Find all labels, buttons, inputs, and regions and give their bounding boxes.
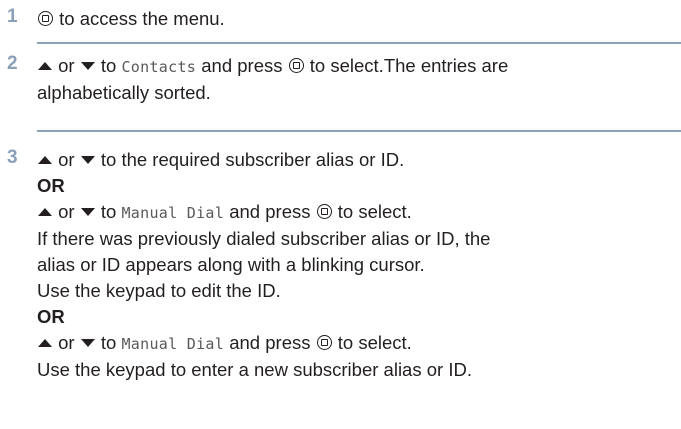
step-2-line-1: or to Contacts and press to select.The e… [37, 53, 677, 80]
to-text: to [100, 55, 117, 76]
or-text: or [58, 201, 75, 222]
menu-ok-button-icon [316, 335, 332, 350]
down-arrow-icon [80, 62, 95, 70]
step-3-line-6: Use the keypad to edit the ID. [37, 280, 281, 301]
menu-target-manual-dial: Manual Dial [121, 204, 225, 222]
menu-ok-button-icon [38, 11, 53, 26]
divider [37, 42, 681, 44]
or-text: or [58, 55, 75, 76]
or-separator: OR [37, 306, 65, 327]
step-number: 2 [7, 53, 18, 74]
step-1-line: to access the menu. [37, 6, 677, 32]
up-arrow-icon [38, 208, 52, 216]
divider [37, 130, 681, 132]
instruction-text: to the required subscriber alias or ID. [100, 149, 405, 170]
up-arrow-icon [38, 62, 52, 70]
menu-ok-button-icon [316, 204, 332, 219]
step-3-line-9: Use the keypad to enter a new subscriber… [37, 359, 472, 380]
press-text: and press [229, 332, 311, 353]
step-3-line-1: or to the required subscriber alias or I… [37, 147, 677, 173]
select-text: to select.The entries are [309, 55, 509, 76]
step-2-line-2: alphabetically sorted. [37, 82, 211, 103]
step-number: 1 [7, 6, 18, 27]
step-number: 3 [7, 147, 18, 168]
step-3-line-8: or to Manual Dial and press to select. [37, 330, 677, 357]
menu-target-contacts: Contacts [121, 58, 197, 76]
or-text: or [58, 332, 75, 353]
menu-target-manual-dial: Manual Dial [121, 335, 225, 353]
or-separator: OR [37, 175, 65, 196]
press-text: and press [201, 55, 283, 76]
menu-ok-button-icon [288, 58, 304, 73]
step-3-line-4: If there was previously dialed subscribe… [37, 228, 491, 249]
down-arrow-icon [80, 208, 95, 216]
to-text: to [100, 332, 117, 353]
step-1-text: to access the menu. [59, 8, 225, 29]
down-arrow-icon [80, 156, 95, 164]
down-arrow-icon [80, 339, 95, 347]
to-text: to [100, 201, 117, 222]
select-text: to select. [337, 332, 412, 353]
step-3-line-3: or to Manual Dial and press to select. [37, 199, 677, 226]
up-arrow-icon [38, 339, 52, 347]
up-arrow-icon [38, 156, 52, 164]
select-text: to select. [337, 201, 412, 222]
or-text: or [58, 149, 75, 170]
press-text: and press [229, 201, 311, 222]
step-3-line-5: alias or ID appears along with a blinkin… [37, 254, 425, 275]
